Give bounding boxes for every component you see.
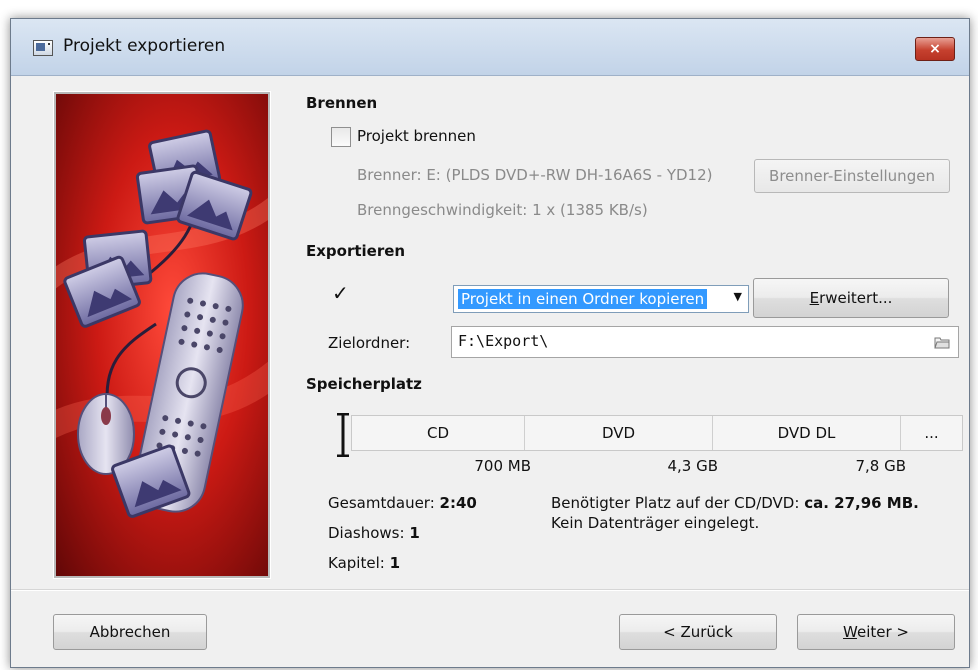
size-label-cd: 700 MB [474, 457, 531, 475]
back-button[interactable]: < Zurück [619, 614, 777, 650]
required-space-value: ca. 27,96 MB. [804, 494, 919, 512]
folder-icon[interactable] [934, 335, 950, 349]
slideshow-count-value: 1 [409, 524, 420, 542]
burner-settings-button[interactable]: Brenner-Einstellungen [754, 159, 950, 193]
no-disc-message: Kein Datenträger eingelegt. [551, 514, 760, 532]
section-title-burn: Brennen [306, 94, 378, 112]
footer-divider [11, 589, 969, 591]
slideshow-count-label: Diashows: [328, 524, 405, 542]
total-duration: Gesamtdauer: 2:40 [328, 494, 477, 512]
window-title: Projekt exportieren [63, 36, 226, 56]
target-folder-input[interactable] [454, 329, 932, 353]
next-button[interactable]: Weiter > [797, 614, 955, 650]
export-dialog: Projekt exportieren × Brennen Projekt br… [10, 18, 970, 668]
export-checkbox[interactable]: ✓ [331, 281, 351, 305]
next-button-mnemonic: W [843, 623, 857, 641]
section-title-export: Exportieren [306, 242, 406, 260]
chapter-count: Kapitel: 1 [328, 554, 400, 572]
checkmark-icon: ✓ [332, 281, 349, 305]
required-space: Benötigter Platz auf der CD/DVD: ca. 27,… [551, 494, 919, 512]
capacity-segment-cd: CD [352, 416, 525, 450]
burn-project-label: Projekt brennen [357, 127, 476, 145]
advanced-button-mnemonic: E [809, 289, 820, 307]
required-space-label: Benötigter Platz auf der CD/DVD: [551, 494, 800, 512]
decorative-illustration [56, 94, 268, 576]
chapter-count-label: Kapitel: [328, 554, 385, 572]
app-window-icon [33, 40, 53, 56]
export-mode-selected: Projekt in einen Ordner kopieren [456, 288, 709, 310]
total-duration-value: 2:40 [439, 494, 477, 512]
close-button[interactable]: × [915, 37, 955, 61]
burn-speed-info: Brenngeschwindigkeit: 1 x (1385 KB/s) [357, 201, 648, 219]
export-mode-dropdown[interactable]: Projekt in einen Ordner kopieren ▼ [453, 285, 749, 313]
capacity-segment-dvd: DVD [525, 416, 713, 450]
total-duration-label: Gesamtdauer: [328, 494, 435, 512]
ibeam-cursor-icon [337, 413, 349, 457]
capacity-segment-more: ... [924, 424, 939, 442]
burner-info: Brenner: E: (PLDS DVD+-RW DH-16A6S - YD1… [357, 166, 713, 184]
decorative-remote-control-image [53, 91, 271, 579]
burn-project-checkbox[interactable] [331, 127, 351, 147]
dropdown-arrow-icon: ▼ [733, 290, 742, 303]
target-folder-field[interactable] [451, 326, 959, 358]
size-label-dvd-dl: 7,8 GB [855, 457, 906, 475]
section-title-storage: Speicherplatz [306, 375, 422, 393]
capacity-segment-dvd-dl: DVD DL [713, 416, 901, 450]
cancel-button[interactable]: Abbrechen [53, 614, 207, 650]
advanced-button[interactable]: Erweitert... [753, 278, 949, 318]
title-bar: Projekt exportieren × [11, 19, 969, 76]
target-folder-label: Zielordner: [328, 334, 411, 352]
next-button-label: eiter > [856, 623, 909, 641]
advanced-button-label: rweitert... [819, 289, 893, 307]
slideshow-count: Diashows: 1 [328, 524, 420, 542]
chapter-count-value: 1 [389, 554, 401, 572]
capacity-bar: CD DVD DVD DL ... [351, 415, 963, 451]
size-label-dvd: 4,3 GB [667, 457, 718, 475]
